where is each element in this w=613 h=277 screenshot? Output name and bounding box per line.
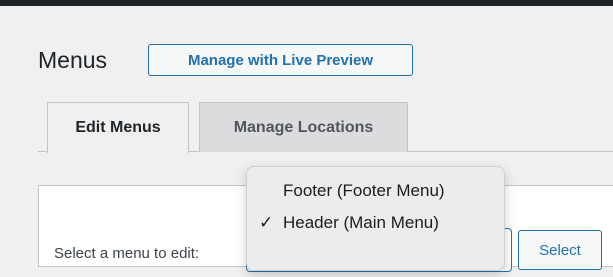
page-title: Menus <box>38 47 108 73</box>
select-menu-label: Select a menu to edit: <box>54 245 200 262</box>
checkmark-icon: ✓ <box>259 213 274 232</box>
tab-manage-locations[interactable]: Manage Locations <box>199 102 408 152</box>
option-header-menu[interactable]: ✓ Header (Main Menu) <box>247 209 504 237</box>
option-label: Header (Main Menu) <box>283 213 439 232</box>
select-button[interactable]: Select <box>518 230 602 270</box>
option-footer-menu[interactable]: Footer (Footer Menu) <box>247 177 504 205</box>
tab-edit-menus[interactable]: Edit Menus <box>47 102 189 153</box>
manage-live-preview-button[interactable]: Manage with Live Preview <box>148 44 413 76</box>
admin-bar <box>0 0 613 6</box>
menu-options-popup: Footer (Footer Menu) ✓ Header (Main Menu… <box>246 166 505 271</box>
option-label: Footer (Footer Menu) <box>283 181 445 200</box>
